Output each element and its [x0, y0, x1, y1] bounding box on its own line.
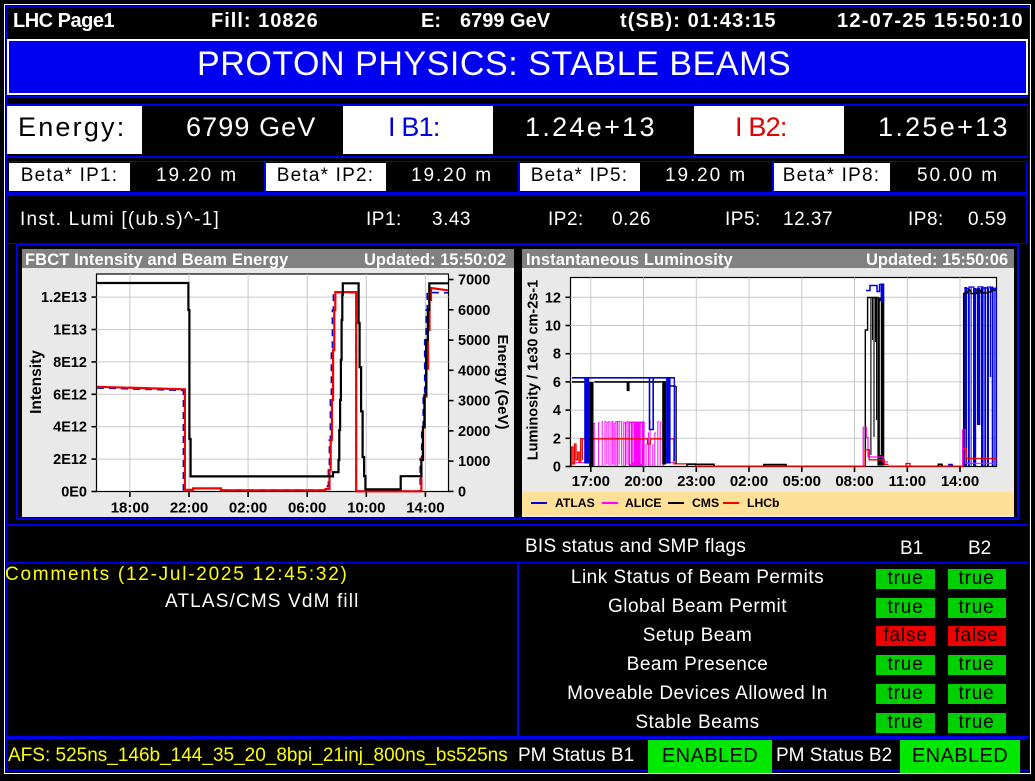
svg-text:Luminosity / 1e30 cm-2s-1: Luminosity / 1e30 cm-2s-1 [526, 280, 542, 461]
svg-text:12: 12 [545, 290, 561, 306]
svg-text:1000: 1000 [458, 454, 490, 470]
svg-text:4E12: 4E12 [53, 420, 87, 436]
svg-text:1.2E13: 1.2E13 [41, 290, 87, 306]
svg-text:6E12: 6E12 [53, 387, 87, 403]
svg-text:02:00: 02:00 [229, 500, 267, 514]
svg-text:3000: 3000 [458, 394, 490, 410]
svg-text:14:00: 14:00 [406, 500, 444, 514]
svg-text:Intensity: Intensity [28, 350, 45, 414]
svg-text:23:00: 23:00 [677, 473, 715, 490]
svg-text:0: 0 [458, 484, 466, 500]
svg-text:8: 8 [553, 347, 561, 363]
svg-text:18:00: 18:00 [111, 500, 149, 514]
svg-text:02:00: 02:00 [730, 473, 768, 490]
svg-text:7000: 7000 [458, 273, 490, 289]
svg-text:08:00: 08:00 [835, 473, 873, 490]
svg-text:11:00: 11:00 [889, 473, 927, 490]
svg-text:0E0: 0E0 [61, 485, 87, 501]
svg-text:2000: 2000 [458, 424, 490, 440]
svg-text:Energy (GeV): Energy (GeV) [494, 334, 511, 429]
svg-text:0: 0 [553, 460, 561, 476]
svg-text:2: 2 [553, 431, 561, 447]
svg-text:8E12: 8E12 [53, 355, 87, 371]
svg-text:20:00: 20:00 [624, 473, 662, 490]
svg-text:10: 10 [545, 319, 561, 335]
svg-text:17:00: 17:00 [572, 473, 610, 490]
svg-text:14:00: 14:00 [941, 473, 979, 490]
svg-text:05:00: 05:00 [783, 473, 821, 490]
svg-text:10:00: 10:00 [347, 500, 385, 514]
svg-text:1E13: 1E13 [53, 323, 87, 339]
svg-text:4: 4 [553, 403, 561, 419]
svg-text:6: 6 [553, 375, 561, 391]
svg-text:06:00: 06:00 [288, 500, 326, 514]
svg-text:2E12: 2E12 [53, 452, 87, 468]
svg-text:4000: 4000 [458, 363, 490, 379]
svg-text:22:00: 22:00 [170, 500, 208, 514]
svg-text:6000: 6000 [458, 303, 490, 319]
svg-text:5000: 5000 [458, 333, 490, 349]
